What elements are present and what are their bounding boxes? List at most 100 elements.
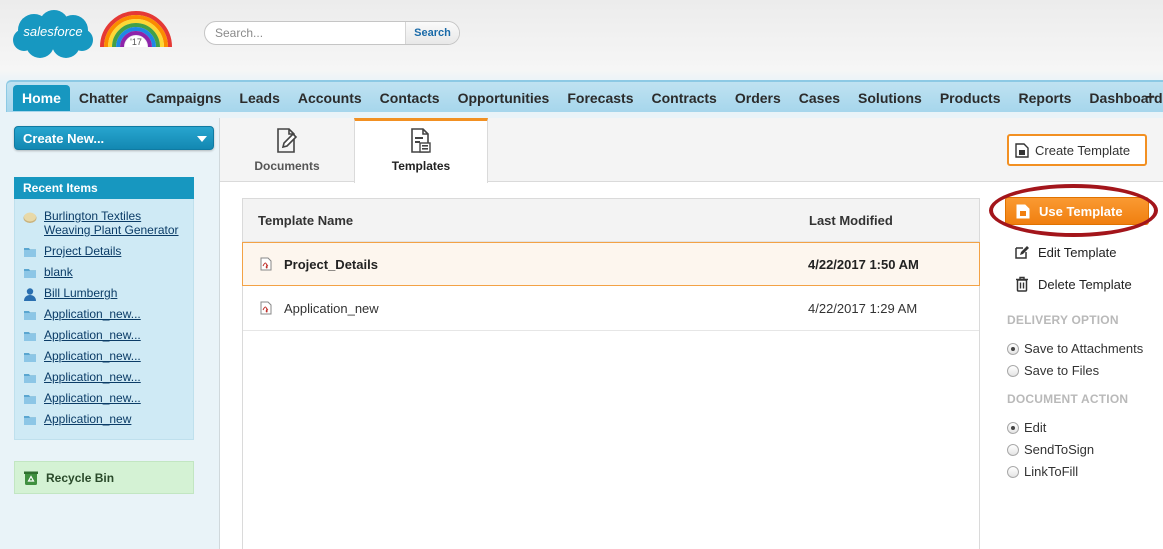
delivery-option-title: DELIVERY OPTION — [1007, 313, 1119, 327]
radio-link-to-fill[interactable]: LinkToFill — [1007, 464, 1078, 479]
recent-item[interactable]: Application_new... — [23, 391, 188, 406]
recycle-bin-icon — [24, 471, 38, 485]
recent-item-link[interactable]: Burlington Textiles Weaving Plant Genera… — [44, 209, 188, 237]
tab-campaigns[interactable]: Campaigns — [137, 85, 230, 111]
tab-list: Home Chatter Campaigns Leads Accounts Co… — [13, 85, 1163, 111]
table-row[interactable]: Application_new 4/22/2017 1:29 AM — [243, 287, 979, 331]
recent-item[interactable]: Application_new... — [23, 370, 188, 385]
template-small-icon — [1016, 204, 1030, 218]
recent-item-link[interactable]: Application_new... — [44, 328, 188, 342]
table-row[interactable]: Project_Details 4/22/2017 1:50 AM — [242, 242, 980, 286]
search-box: Search — [204, 21, 460, 45]
column-header-last-modified[interactable]: Last Modified — [809, 213, 893, 228]
tab-contracts[interactable]: Contracts — [643, 85, 726, 111]
sidebar: Create New... Recent Items Burlington Te… — [0, 112, 220, 549]
template-modified: 4/22/2017 1:29 AM — [808, 301, 918, 316]
recent-item[interactable]: Burlington Textiles Weaving Plant Genera… — [23, 209, 188, 237]
tab-leads[interactable]: Leads — [230, 85, 288, 111]
recent-item-link[interactable]: Application_new... — [44, 349, 188, 363]
folder-icon — [24, 332, 36, 341]
trash-icon — [1016, 276, 1028, 292]
edit-template-label: Edit Template — [1038, 244, 1117, 260]
main-panel: Documents Templates Create Template Temp… — [220, 118, 1163, 549]
recent-items-header: Recent Items — [14, 177, 194, 199]
column-header-template-name[interactable]: Template Name — [258, 213, 353, 228]
tab-reports[interactable]: Reports — [1010, 85, 1081, 111]
recycle-bin-link[interactable]: Recycle Bin — [14, 461, 194, 494]
template-modified: 4/22/2017 1:50 AM — [808, 257, 919, 272]
recent-item-link[interactable]: Application_new... — [44, 307, 188, 321]
templates-table: Template Name Last Modified Project_Deta… — [242, 198, 980, 549]
recent-item-link[interactable]: Bill Lumbergh — [44, 286, 188, 300]
recent-item-link[interactable]: Application_new — [44, 412, 188, 426]
tab-home[interactable]: Home — [13, 85, 70, 111]
tab-accounts[interactable]: Accounts — [289, 85, 371, 111]
radio-label: Save to Files — [1024, 363, 1100, 378]
folder-icon — [24, 248, 36, 257]
folder-icon — [24, 311, 36, 320]
recent-item[interactable]: Application_new... — [23, 328, 188, 343]
recent-item-link[interactable]: blank — [44, 265, 188, 279]
template-name: Application_new — [284, 301, 379, 316]
create-new-dropdown[interactable]: Create New... — [14, 126, 214, 150]
create-template-button[interactable]: Create Template — [1007, 134, 1147, 166]
radio-button[interactable] — [1007, 342, 1019, 355]
edit-icon — [1015, 246, 1029, 259]
tab-templates[interactable]: Templates — [354, 118, 488, 183]
folder-icon — [24, 395, 36, 404]
create-template-label: Create Template — [1035, 142, 1131, 158]
tab-orders[interactable]: Orders — [726, 85, 790, 111]
tab-solutions[interactable]: Solutions — [849, 85, 931, 111]
radio-button[interactable] — [1007, 443, 1019, 456]
use-template-button[interactable]: Use Template — [1005, 197, 1149, 225]
radio-button[interactable] — [1007, 421, 1019, 434]
tab-documents[interactable]: Documents — [220, 118, 354, 182]
table-header: Template Name Last Modified — [243, 199, 979, 242]
recent-item[interactable]: Bill Lumbergh — [23, 286, 188, 301]
tab-documents-label: Documents — [254, 159, 320, 173]
radio-button[interactable] — [1007, 364, 1019, 377]
template-actions: Use Template Edit Template Delete Templa… — [989, 180, 1163, 549]
radio-label: SendToSign — [1024, 442, 1095, 457]
radio-save-to-files[interactable]: Save to Files — [1007, 363, 1099, 378]
pdf-file-icon — [260, 301, 272, 315]
all-tabs-plus-icon[interactable]: + — [1146, 85, 1155, 111]
radio-send-to-sign[interactable]: SendToSign — [1007, 442, 1094, 457]
tab-templates-label: Templates — [391, 159, 451, 173]
tab-chatter[interactable]: Chatter — [70, 85, 137, 111]
salesforce-logo[interactable]: salesforce — [12, 8, 94, 60]
template-icon — [411, 128, 431, 153]
search-input[interactable] — [205, 22, 405, 44]
template-name: Project_Details — [284, 257, 378, 272]
document-action-title: DOCUMENT ACTION — [1007, 392, 1129, 406]
recent-item-link[interactable]: Application_new... — [44, 370, 188, 384]
create-new-label: Create New... — [23, 131, 105, 146]
tab-forecasts[interactable]: Forecasts — [558, 85, 642, 111]
delete-template-link[interactable]: Delete Template — [1014, 276, 1132, 292]
radio-button[interactable] — [1007, 465, 1019, 478]
tab-contacts[interactable]: Contacts — [371, 85, 449, 111]
recent-item[interactable]: Application_new... — [23, 349, 188, 364]
recent-item[interactable]: Application_new — [23, 412, 188, 427]
radio-label: LinkToFill — [1024, 464, 1079, 479]
use-template-label: Use Template — [1039, 203, 1123, 219]
logo-text: salesforce — [23, 24, 83, 39]
contact-icon — [24, 288, 36, 301]
tab-opportunities[interactable]: Opportunities — [449, 85, 559, 111]
opportunity-icon — [23, 212, 37, 223]
edit-template-link[interactable]: Edit Template — [1014, 244, 1117, 260]
folder-icon — [24, 353, 36, 362]
folder-icon — [24, 374, 36, 383]
recent-item[interactable]: Project Details — [23, 244, 188, 259]
radio-save-to-attachments[interactable]: Save to Attachments — [1007, 341, 1143, 356]
document-tabs: Documents Templates Create Template — [220, 118, 1163, 183]
folder-icon — [24, 416, 36, 425]
recent-item-link[interactable]: Application_new... — [44, 391, 188, 405]
recent-item-link[interactable]: Project Details — [44, 244, 188, 258]
tab-products[interactable]: Products — [931, 85, 1010, 111]
recent-item[interactable]: Application_new... — [23, 307, 188, 322]
search-button[interactable]: Search — [405, 22, 459, 44]
recent-item[interactable]: blank — [23, 265, 188, 280]
radio-edit[interactable]: Edit — [1007, 420, 1046, 435]
tab-cases[interactable]: Cases — [790, 85, 849, 111]
